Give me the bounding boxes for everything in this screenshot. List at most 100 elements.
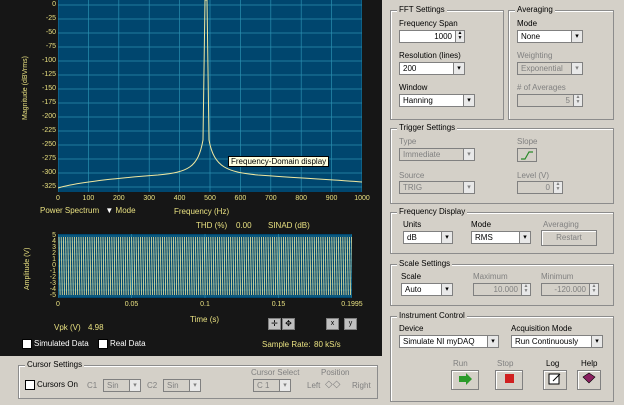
cursor-settings-title: Cursor Settings xyxy=(25,360,85,369)
time-x-tick: 0.05 xyxy=(124,301,139,308)
c2-label: C2 xyxy=(147,381,158,390)
window-label: Window xyxy=(399,83,428,92)
spectrum-mode-label: Mode xyxy=(115,206,136,215)
position-label: Position xyxy=(321,368,350,377)
time-y-label: Amplitude (V) xyxy=(24,247,31,290)
resolution-select[interactable]: 200 ▾ xyxy=(399,62,465,75)
chevron-down-icon: ▾ xyxy=(571,31,582,42)
resolution-label: Resolution (lines) xyxy=(399,51,461,60)
trigger-source-select[interactable]: TRIG ▾ xyxy=(399,181,475,194)
freq-mode-select[interactable]: RMS ▾ xyxy=(471,231,531,244)
stop-label: Stop xyxy=(497,359,514,368)
spinner-icon[interactable]: ▲ ▼ xyxy=(589,284,598,295)
pan-icon[interactable]: ✥ xyxy=(282,318,295,330)
log-edit-icon xyxy=(548,373,561,385)
slope-rising-icon[interactable] xyxy=(517,148,537,162)
zoom-icon[interactable]: ✛ xyxy=(268,318,281,330)
cursor-select[interactable]: C 1 ▾ xyxy=(253,379,291,392)
run-label: Run xyxy=(453,359,468,368)
instrument-display-panel: Magnitude (dBVrms) Frequency-Domain disp… xyxy=(0,0,382,356)
sample-rate-label: Sample Rate: xyxy=(262,340,311,349)
averaging-group: Averaging Mode None ▾ Weighting Exponenti… xyxy=(508,5,614,120)
real-data-checkbox[interactable]: ✓ Real Data xyxy=(98,339,146,349)
spinner-icon[interactable]: ▲ ▼ xyxy=(521,284,530,295)
help-button[interactable] xyxy=(577,370,601,390)
spectrum-x-tick: 400 xyxy=(173,195,186,202)
spectrum-y-tick: -325 xyxy=(41,183,56,190)
trigger-level-input[interactable]: 0 ▲ ▼ xyxy=(517,181,563,194)
spectrum-y-tick: -200 xyxy=(41,113,56,120)
time-graph[interactable] xyxy=(58,234,352,298)
spectrum-mode-dropdown[interactable]: Power Spectrum ▼ Mode xyxy=(40,206,136,215)
chevron-down-icon: ▾ xyxy=(487,336,498,347)
scale-settings-group: Scale Settings Scale Auto ▾ Maximum 10.00… xyxy=(390,259,614,306)
spectrum-y-tick: -75 xyxy=(45,43,56,50)
trigger-settings-title: Trigger Settings xyxy=(397,123,458,132)
spectrum-y-tick: -150 xyxy=(41,85,56,92)
frequency-span-input[interactable]: 1000 ▲ ▼ xyxy=(399,30,465,43)
spectrum-y-tick: -250 xyxy=(41,141,56,148)
spectrum-y-tick: -225 xyxy=(41,127,56,134)
spectrum-tooltip: Frequency-Domain display xyxy=(228,156,330,167)
help-book-icon xyxy=(582,372,596,384)
chevron-down-icon: ▾ xyxy=(441,284,452,295)
spectrum-y-tick: -300 xyxy=(41,169,56,176)
trigger-type-select[interactable]: Immediate ▾ xyxy=(399,148,475,161)
scale-settings-title: Scale Settings xyxy=(397,259,453,268)
restart-button[interactable]: Restart xyxy=(541,230,597,246)
trigger-settings-group: Trigger Settings Type Immediate ▾ Slope S… xyxy=(390,123,614,204)
scale-select[interactable]: Auto ▾ xyxy=(401,283,453,296)
weighting-select[interactable]: Exponential ▾ xyxy=(517,62,583,75)
spectrum-y-tick: -50 xyxy=(45,29,56,36)
freq-averaging-label: Averaging xyxy=(543,220,579,229)
acquisition-mode-label: Acquisition Mode xyxy=(511,324,572,333)
scale-label: Scale xyxy=(401,272,422,281)
spectrum-y-label: Magnitude (dBVrms) xyxy=(22,56,29,120)
stop-square-icon xyxy=(505,374,514,383)
chevron-down-icon: ▾ xyxy=(571,63,582,74)
units-label: Units xyxy=(403,220,422,229)
right-label: Right xyxy=(352,381,371,390)
chevron-down-icon: ▾ xyxy=(519,232,530,243)
acquisition-mode-select[interactable]: Run Continuously ▾ xyxy=(511,335,603,348)
c1-select[interactable]: Sin ▾ xyxy=(103,379,141,392)
averaging-title: Averaging xyxy=(515,5,555,14)
instrument-control-group: Instrument Control Device Simulate NI my… xyxy=(390,311,614,402)
stop-button[interactable] xyxy=(495,370,523,390)
position-arrows-icon[interactable]: ◇◇ xyxy=(325,379,340,390)
spinner-icon[interactable]: ▲ ▼ xyxy=(573,95,582,106)
c2-select[interactable]: Sin ▾ xyxy=(163,379,201,392)
minimum-label: Minimum xyxy=(541,272,574,281)
chevron-down-icon: ▾ xyxy=(129,380,140,391)
spectrum-x-tick: 900 xyxy=(325,195,338,202)
time-x-tick: 0.1995 xyxy=(341,301,363,308)
simulated-data-checkbox[interactable]: ✓ Simulated Data xyxy=(22,339,89,349)
window-select[interactable]: Hanning ▾ xyxy=(399,94,475,107)
averaging-mode-select[interactable]: None ▾ xyxy=(517,30,583,43)
spectrum-x-tick: 800 xyxy=(295,195,308,202)
spinner-icon[interactable]: ▲ ▼ xyxy=(455,31,464,42)
maximum-input[interactable]: 10.000 ▲ ▼ xyxy=(473,283,531,296)
chevron-down-icon: ▼ xyxy=(105,206,114,215)
y-scale-icon[interactable]: y xyxy=(344,318,357,330)
trigger-type-label: Type xyxy=(399,137,417,146)
freq-mode-label: Mode xyxy=(471,220,492,229)
chevron-down-icon: ▾ xyxy=(441,232,452,243)
spectrum-y-tick: 0 xyxy=(52,1,56,8)
frequency-display-title: Frequency Display xyxy=(397,207,468,216)
device-select[interactable]: Simulate NI myDAQ ▾ xyxy=(399,335,499,348)
units-select[interactable]: dB ▾ xyxy=(403,231,453,244)
minimum-input[interactable]: -120.000 ▲ ▼ xyxy=(541,283,599,296)
spinner-icon[interactable]: ▲ ▼ xyxy=(553,182,562,193)
spectrum-x-tick: 100 xyxy=(82,195,95,202)
time-x-tick: 0.1 xyxy=(200,301,210,308)
thd-label: THD (%) xyxy=(196,221,228,230)
x-scale-icon[interactable]: x xyxy=(326,318,339,330)
log-button[interactable] xyxy=(543,370,567,390)
run-button[interactable] xyxy=(451,370,479,390)
help-label: Help xyxy=(581,359,598,368)
num-averages-input[interactable]: 5 ▲ ▼ xyxy=(517,94,583,107)
cursors-on-checkbox[interactable]: Cursors On xyxy=(25,380,78,390)
spectrum-x-tick: 500 xyxy=(204,195,216,202)
spectrum-x-tick: 200 xyxy=(112,195,125,202)
